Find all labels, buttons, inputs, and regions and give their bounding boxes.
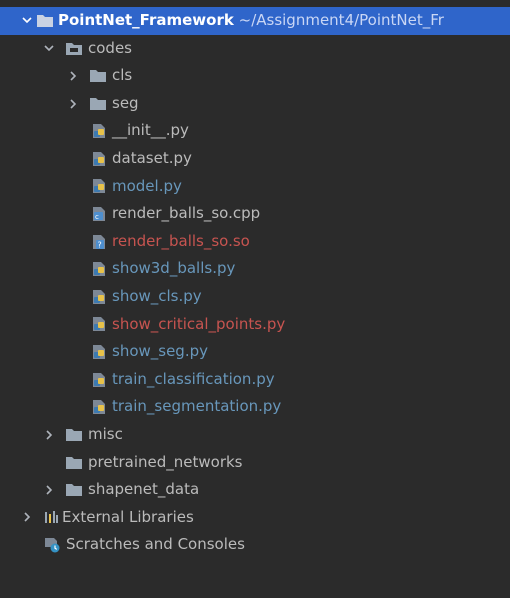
project-name: PointNet_Framework: [58, 11, 234, 29]
file-label-model: model.py: [112, 176, 182, 195]
tree-row-show-cls-py[interactable]: show_cls.py: [0, 283, 510, 311]
tree-row-external-libraries[interactable]: External Libraries: [0, 504, 510, 532]
chevron-down-icon[interactable]: [42, 35, 56, 63]
tree-row-cls[interactable]: cls: [0, 62, 510, 90]
tree-row-shapenet[interactable]: shapenet_data: [0, 476, 510, 504]
folder-label-misc: misc: [88, 424, 123, 443]
python-file-icon: [91, 338, 107, 366]
unknown-file-icon: ?: [91, 228, 107, 256]
tree-row-scratches[interactable]: Scratches and Consoles: [0, 531, 510, 559]
file-label-show-critical: show_critical_points.py: [112, 314, 286, 333]
tree-row-render-so[interactable]: ? render_balls_so.so: [0, 228, 510, 256]
chevron-right-icon[interactable]: [42, 476, 56, 504]
file-label-render-cpp: render_balls_so.cpp: [112, 204, 261, 223]
file-label-init: __init__.py: [112, 121, 189, 140]
tree-row-project-root[interactable]: PointNet_Framework ~/Assignment4/PointNe…: [0, 7, 510, 35]
tree-row-pretrained[interactable]: pretrained_networks: [0, 449, 510, 477]
chevron-right-icon[interactable]: [42, 421, 56, 449]
tree-row-codes[interactable]: codes: [0, 35, 510, 63]
folder-label-seg: seg: [112, 93, 139, 112]
python-file-icon: [91, 145, 107, 173]
project-tree: PointNet_Framework ~/Assignment4/PointNe…: [0, 7, 510, 559]
tree-row-seg[interactable]: seg: [0, 90, 510, 118]
python-file-icon: [91, 117, 107, 145]
python-file-icon: [91, 283, 107, 311]
tree-row-show-critical-py[interactable]: show_critical_points.py: [0, 311, 510, 339]
source-folder-icon: [66, 35, 82, 63]
folder-icon: [66, 476, 82, 504]
file-label-dataset: dataset.py: [112, 148, 192, 167]
scratches-icon: [44, 531, 60, 559]
external-libraries-label: External Libraries: [62, 507, 194, 526]
python-file-icon: [91, 366, 107, 394]
file-label-train-seg: train_segmentation.py: [112, 397, 282, 416]
file-label-render-so: render_balls_so.so: [112, 231, 250, 250]
tree-row-show3d-py[interactable]: show3d_balls.py: [0, 255, 510, 283]
folder-label-cls: cls: [112, 66, 133, 85]
file-label-show-cls: show_cls.py: [112, 286, 202, 305]
svg-text:?: ?: [98, 240, 102, 249]
tree-row-render-cpp[interactable]: c render_balls_so.cpp: [0, 200, 510, 228]
file-label-show-seg: show_seg.py: [112, 342, 208, 361]
file-label-show3d: show3d_balls.py: [112, 259, 236, 278]
folder-icon: [90, 90, 106, 118]
file-label-train-cls: train_classification.py: [112, 369, 275, 388]
folder-icon: [90, 62, 106, 90]
scratches-label: Scratches and Consoles: [66, 535, 245, 554]
svg-text:c: c: [95, 213, 99, 221]
project-path: ~/Assignment4/PointNet_Fr: [238, 11, 444, 29]
tree-row-train-cls-py[interactable]: train_classification.py: [0, 366, 510, 394]
python-file-icon: [91, 393, 107, 421]
folder-label-pretrained: pretrained_networks: [88, 452, 243, 471]
folder-label-codes: codes: [88, 38, 132, 57]
tree-row-misc[interactable]: misc: [0, 421, 510, 449]
library-icon: [44, 504, 58, 532]
tree-row-model-py[interactable]: model.py: [0, 173, 510, 201]
folder-icon: [66, 421, 82, 449]
tree-row-show-seg-py[interactable]: show_seg.py: [0, 338, 510, 366]
python-file-icon: [91, 311, 107, 339]
folder-label-shapenet: shapenet_data: [88, 480, 200, 499]
chevron-right-icon[interactable]: [20, 504, 34, 532]
python-file-icon: [91, 173, 107, 201]
folder-icon: [66, 449, 82, 477]
folder-icon: [37, 7, 53, 35]
chevron-right-icon[interactable]: [66, 62, 80, 90]
tree-row-dataset-py[interactable]: dataset.py: [0, 145, 510, 173]
tree-row-init-py[interactable]: __init__.py: [0, 117, 510, 145]
cpp-file-icon: c: [91, 200, 107, 228]
python-file-icon: [91, 255, 107, 283]
chevron-down-icon[interactable]: [20, 7, 34, 35]
chevron-right-icon[interactable]: [66, 90, 80, 118]
tree-row-train-seg-py[interactable]: train_segmentation.py: [0, 393, 510, 421]
project-label: PointNet_Framework ~/Assignment4/PointNe…: [58, 7, 444, 35]
